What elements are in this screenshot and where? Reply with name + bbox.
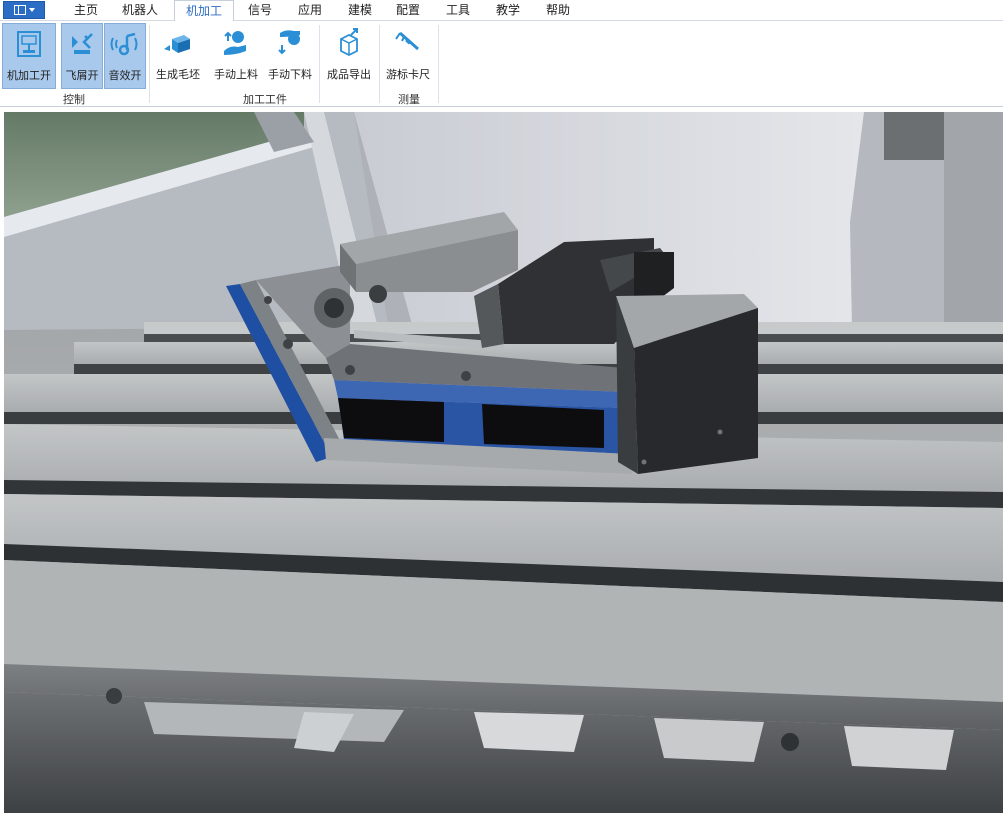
hand-load-icon [224,31,246,55]
tab-signal[interactable]: 信号 [240,0,280,21]
chips-on-label: 飞屑开 [65,69,99,82]
group-label-control: 控制 [63,93,85,106]
manual-load-label: 手动上料 [214,68,258,81]
tab-teaching[interactable]: 教学 [486,0,530,21]
export-box-icon [340,28,358,57]
app-menu-button[interactable] [3,1,45,19]
3d-viewport[interactable] [4,112,1003,813]
blank-stock-icon [164,35,190,53]
menu-bar: 主页 机器人 机加工 信号 应用 建模 配置 工具 教学 帮助 [0,0,1003,22]
caliper-icon [395,31,419,51]
sound-on-label: 音效开 [108,69,142,82]
caliper-label: 游标卡尺 [386,68,430,81]
machine-tool-icon [17,31,41,57]
tab-robot[interactable]: 机器人 [112,0,168,21]
app-window: 主页 机器人 机加工 信号 应用 建模 配置 工具 教学 帮助 机加工开 飞屑开… [0,0,1003,813]
app-menu-icon [13,5,26,15]
tab-help[interactable]: 帮助 [536,0,580,21]
export-product-button[interactable]: 成品导出 [322,23,376,89]
flying-chips-icon [72,33,93,54]
manual-load-button[interactable]: 手动上料 [210,23,262,89]
tab-machining[interactable]: 机加工 [174,0,234,22]
caliper-button[interactable]: 游标卡尺 [382,23,434,89]
manual-unload-label: 手动下料 [268,68,312,81]
machining-on-button[interactable]: 机加工开 [2,23,56,89]
gen-blank-button[interactable]: 生成毛坯 [152,23,204,89]
tab-config[interactable]: 配置 [386,0,430,21]
tab-tools[interactable]: 工具 [436,0,480,21]
tab-modeling[interactable]: 建模 [338,0,382,21]
group-separator [438,25,439,103]
machining-on-label: 机加工开 [7,69,51,82]
sound-on-button[interactable]: 音效开 [104,23,146,89]
group-label-workpiece: 加工工件 [243,93,287,106]
machining-scene [4,112,1003,813]
gen-blank-label: 生成毛坯 [156,68,200,81]
group-label-measure: 测量 [398,93,420,106]
chips-on-button[interactable]: 飞屑开 [61,23,103,89]
sound-wave-icon [110,32,138,56]
export-product-label: 成品导出 [327,68,371,81]
ribbon-toolbar: 机加工开 飞屑开 音效开 控制 生成毛坯 手动上料 手动下料 成品导出 加工工件… [0,21,1003,107]
tab-home[interactable]: 主页 [64,0,108,21]
tab-application[interactable]: 应用 [288,0,332,21]
manual-unload-button[interactable]: 手动下料 [264,23,316,89]
hand-unload-icon [278,30,300,55]
group-separator [149,25,150,103]
chevron-down-icon [28,8,35,12]
